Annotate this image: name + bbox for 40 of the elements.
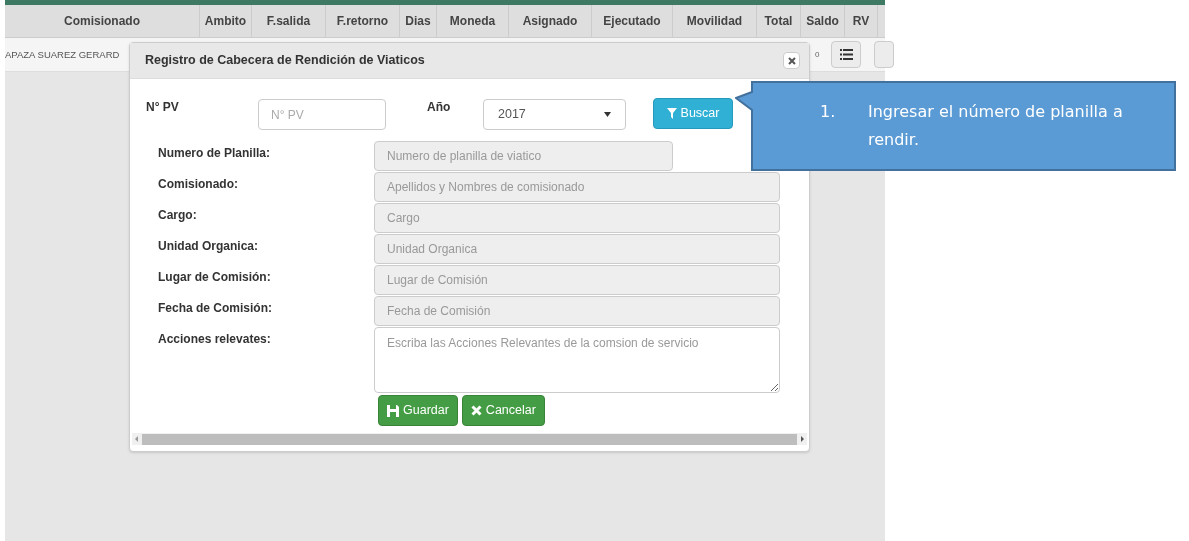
column-header: RV [845, 5, 878, 37]
field-label: Numero de Planilla: [158, 145, 272, 162]
close-button[interactable] [783, 52, 800, 69]
pv-input[interactable]: N° PV [258, 99, 386, 130]
list-icon [839, 49, 853, 60]
step-number: 1. [820, 101, 837, 123]
search-button[interactable]: Buscar [653, 98, 733, 129]
field-label: Año [427, 99, 452, 116]
cancel-button[interactable]: Cancelar [461, 395, 545, 426]
table-cell-text: APAZA SUAREZ GERARD [5, 48, 120, 62]
column-header: F.retorno [326, 5, 400, 37]
column-header: Total [757, 5, 801, 37]
callout-text: Ingresar el número de planilla a rendir. [868, 101, 1124, 151]
year-select[interactable]: 2017 [483, 99, 626, 130]
field-label: Comisionado: [158, 176, 239, 193]
field-label: Acciones relevates: [158, 331, 272, 348]
column-header: Moneda [437, 5, 509, 37]
field-label: Cargo: [158, 207, 198, 224]
close-icon [470, 405, 482, 416]
column-header: Ambito [200, 5, 252, 37]
caret-icon [604, 112, 611, 117]
save-button[interactable]: Guardar [378, 395, 458, 426]
column-header: Ejecutado [592, 5, 673, 37]
column-header: Movilidad [673, 5, 757, 37]
modal-title: Registro de Cabecera de Rendición de Viaticos [145, 52, 425, 70]
column-header: Saldo [801, 5, 845, 37]
close-icon [787, 56, 796, 65]
list-button[interactable] [831, 41, 861, 68]
column-header: F.salida [252, 5, 326, 37]
column-header: Dias [400, 5, 437, 37]
horizontal-scrollbar[interactable] [132, 433, 807, 445]
filter-icon [666, 108, 677, 119]
table-cell: 0 [815, 49, 820, 61]
field-label: Fecha de Comisión: [158, 300, 274, 317]
field-label: Unidad Organica: [158, 238, 259, 255]
field-label: N° PV [146, 99, 180, 116]
column-header: Asignado [509, 5, 592, 37]
column-header: Comisionado [5, 5, 200, 37]
field-label: Lugar de Comisión: [158, 269, 272, 286]
text-area[interactable]: Escriba las Acciones Relevantes de la comsion de servicio [374, 327, 780, 393]
